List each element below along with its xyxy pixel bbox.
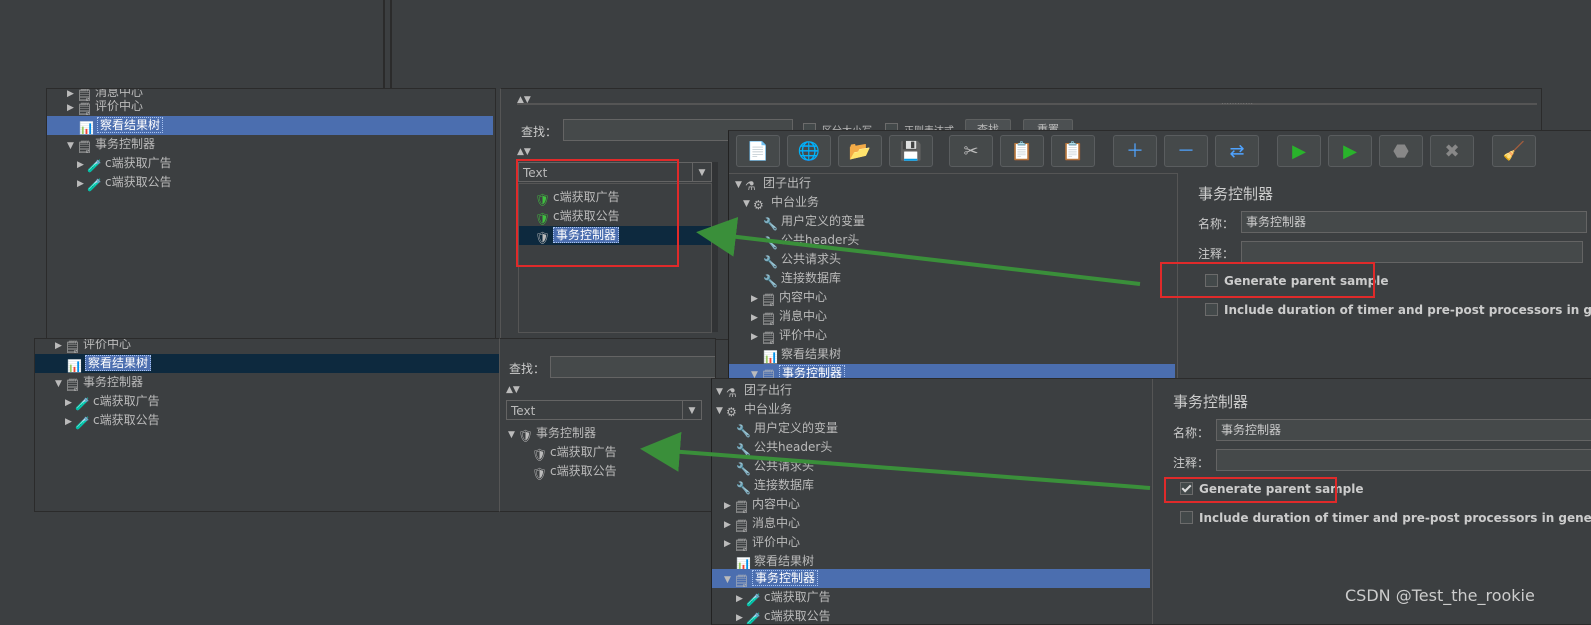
annotation-arrows [640,216,1151,490]
watermark: CSDN @Test_the_rookie [1345,586,1535,605]
arrow-upper [696,216,1141,286]
arrow-lower [640,431,1151,490]
